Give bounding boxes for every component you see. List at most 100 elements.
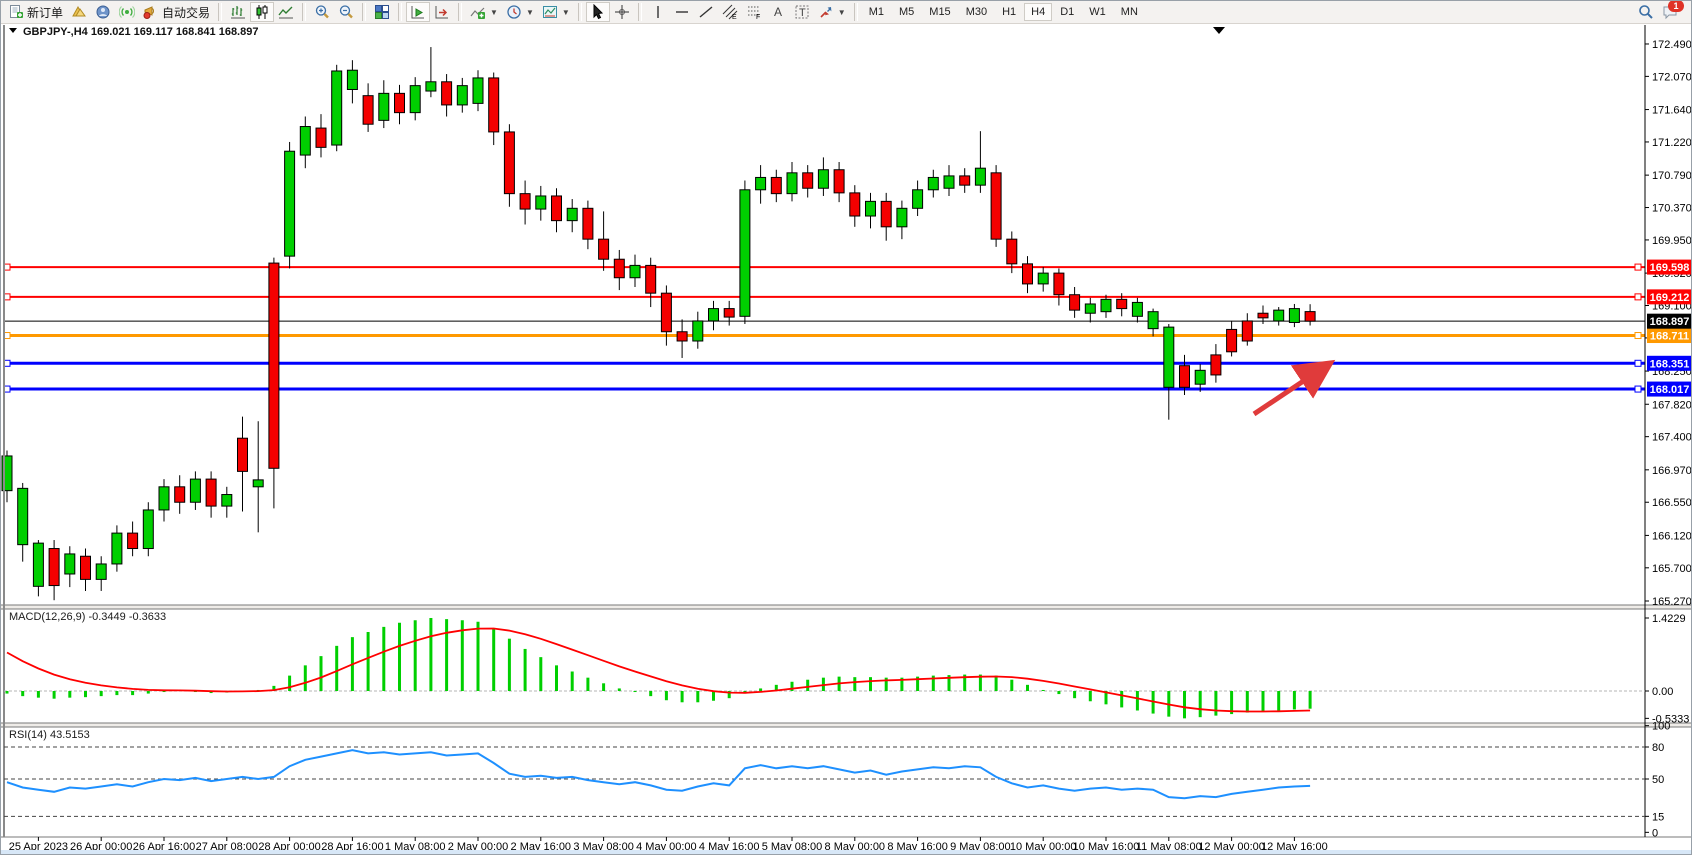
toolbar-separator	[362, 3, 366, 21]
candle-body	[1132, 302, 1142, 316]
candle-body	[724, 309, 734, 317]
candle-body	[740, 190, 750, 317]
candle-body	[787, 173, 797, 194]
vertical-line-icon	[650, 4, 666, 20]
price-tick-label: 171.640	[1652, 105, 1692, 117]
timeframe-button-w1[interactable]: W1	[1082, 3, 1113, 21]
timeframe-button-h4[interactable]: H4	[1024, 3, 1052, 21]
candle-body	[1242, 321, 1252, 341]
candle-body	[1227, 329, 1237, 351]
arrows-button[interactable]: ▼	[814, 2, 850, 22]
tile-windows-button[interactable]	[370, 2, 394, 22]
new-order-button[interactable]: 新订单	[4, 2, 67, 22]
toolbar-separator	[398, 3, 402, 21]
templates-button[interactable]: ▼	[538, 2, 574, 22]
candle-body	[18, 488, 28, 544]
templates-icon	[542, 4, 558, 20]
vertical-line-button[interactable]	[646, 2, 670, 22]
chart-background[interactable]	[1, 24, 1692, 852]
line-handle[interactable]	[1635, 264, 1641, 270]
line-handle[interactable]	[1635, 360, 1641, 366]
rsi-axis-label: 0	[1652, 827, 1658, 839]
svg-text:168.711: 168.711	[1650, 331, 1689, 343]
price-tick-label: 172.490	[1652, 39, 1692, 51]
chat-button[interactable]: 1	[1662, 4, 1678, 20]
price-tick-label: 167.820	[1652, 399, 1692, 411]
toolbar-separator	[218, 3, 222, 21]
candle-body	[347, 70, 357, 89]
horizontal-line-button[interactable]	[670, 2, 694, 22]
candle-body	[33, 543, 43, 586]
candle-body	[552, 196, 562, 221]
line-chart-button[interactable]	[274, 2, 298, 22]
timeframe-button-d1[interactable]: D1	[1053, 3, 1081, 21]
bar-chart-button[interactable]	[226, 2, 250, 22]
svg-text:A: A	[774, 5, 782, 19]
price-level-badge: 168.897	[1647, 314, 1692, 329]
candle-body	[913, 190, 923, 209]
periods-button[interactable]: ▼	[502, 2, 538, 22]
timeframe-button-h1[interactable]: H1	[995, 3, 1023, 21]
auto-scroll-button[interactable]	[406, 2, 430, 22]
mt4-window: 新订单 自动交易	[0, 0, 1692, 855]
crosshair-button[interactable]	[610, 2, 634, 22]
fibonacci-button[interactable]: F	[742, 2, 766, 22]
chart-shift-button[interactable]	[430, 2, 454, 22]
navigator-button[interactable]	[91, 2, 115, 22]
autotrading-label: 自动交易	[162, 4, 210, 21]
candle-body	[520, 194, 530, 209]
signals-button[interactable]	[115, 2, 139, 22]
line-handle[interactable]	[1635, 386, 1641, 392]
market-watch-button[interactable]	[67, 2, 91, 22]
candle-body	[646, 265, 656, 293]
zoom-out-button[interactable]	[334, 2, 358, 22]
timeframe-button-m15[interactable]: M15	[922, 3, 957, 21]
candlestick-chart-button[interactable]	[250, 2, 274, 22]
candle-body	[1038, 273, 1048, 284]
autotrading-icon	[143, 4, 159, 20]
candle-body	[504, 132, 514, 194]
line-handle[interactable]	[1635, 294, 1641, 300]
timeframe-button-m30[interactable]: M30	[959, 3, 994, 21]
macd-axis-label: 0.00	[1652, 686, 1673, 698]
text-button[interactable]: A	[766, 2, 790, 22]
trendline-button[interactable]	[694, 2, 718, 22]
candle-body	[1305, 312, 1315, 322]
autotrading-button[interactable]: 自动交易	[139, 2, 214, 22]
candle-body	[363, 96, 373, 125]
bar-chart-icon	[230, 4, 246, 20]
candle-body	[756, 177, 766, 189]
zoom-in-button[interactable]	[310, 2, 334, 22]
arrows-icon	[818, 4, 834, 20]
pane-separator[interactable]	[1, 723, 1692, 727]
candle-body	[1101, 299, 1111, 311]
candle-body	[316, 128, 326, 147]
candle-body	[190, 479, 200, 502]
toolbar-separator	[638, 3, 642, 21]
price-tick-label: 170.370	[1652, 203, 1692, 215]
price-level-badge: 168.017	[1647, 382, 1692, 397]
svg-text:168.351: 168.351	[1650, 358, 1690, 370]
search-icon[interactable]	[1638, 4, 1654, 20]
svg-text:169.212: 169.212	[1650, 292, 1690, 304]
timeframe-button-mn[interactable]: MN	[1114, 3, 1145, 21]
chart-canvas[interactable]: 172.490172.070171.640171.220170.790170.3…	[1, 1, 1692, 855]
text-label-button[interactable]: T	[790, 2, 814, 22]
indicators-button[interactable]: ▼	[466, 2, 502, 22]
candle-body	[928, 177, 938, 189]
pane-separator[interactable]	[1, 605, 1692, 609]
candle-body	[143, 510, 153, 549]
candle-body	[1211, 355, 1221, 375]
candle-body	[693, 321, 703, 341]
timeframe-button-m5[interactable]: M5	[892, 3, 921, 21]
equidistant-channel-button[interactable]: E	[718, 2, 742, 22]
line-handle[interactable]	[1635, 333, 1641, 339]
timeframe-button-m1[interactable]: M1	[862, 3, 891, 21]
svg-text:169.598: 169.598	[1650, 262, 1690, 274]
candle-body	[866, 201, 876, 216]
candle-body	[395, 93, 405, 112]
cursor-button[interactable]	[586, 2, 610, 22]
candle-body	[1070, 295, 1080, 310]
candle-body	[159, 487, 169, 510]
candle-body	[473, 78, 483, 103]
